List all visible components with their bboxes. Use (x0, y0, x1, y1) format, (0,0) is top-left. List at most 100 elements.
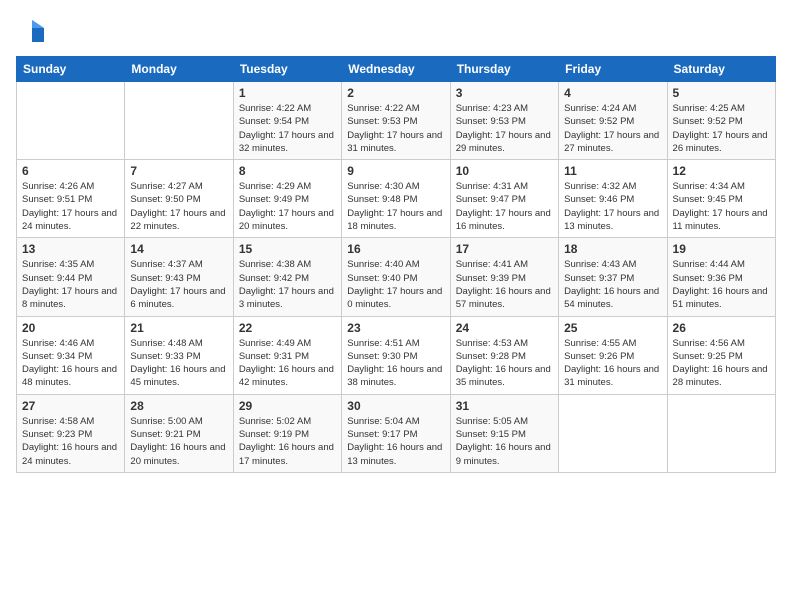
calendar-day-cell: 6 Sunrise: 4:26 AM Sunset: 9:51 PM Daylig… (17, 160, 125, 238)
calendar-day-cell: 10 Sunrise: 4:31 AM Sunset: 9:47 PM Dayli… (450, 160, 558, 238)
day-sun-info: Sunrise: 4:23 AM Sunset: 9:53 PM Dayligh… (456, 102, 553, 155)
calendar-week-row: 1Sunrise: 4:22 AM Sunset: 9:54 PM Daylig… (17, 82, 776, 160)
calendar-day-cell: 9 Sunrise: 4:30 AM Sunset: 9:48 PM Daylig… (342, 160, 450, 238)
calendar-day-cell: 25Sunrise: 4:55 AM Sunset: 9:26 PM Dayli… (559, 316, 667, 394)
calendar-day-cell: 4 Sunrise: 4:24 AM Sunset: 9:52 PM Daylig… (559, 82, 667, 160)
day-number: 16 (347, 242, 444, 256)
calendar-day-cell: 24Sunrise: 4:53 AM Sunset: 9:28 PM Dayli… (450, 316, 558, 394)
calendar-day-cell: 16 Sunrise: 4:40 AM Sunset: 9:40 PM Dayli… (342, 238, 450, 316)
day-sun-info: Sunrise: 4:46 AM Sunset: 9:34 PM Dayligh… (22, 337, 119, 390)
calendar-day-cell: 14 Sunrise: 4:37 AM Sunset: 9:43 PM Dayli… (125, 238, 233, 316)
day-of-week-header: Friday (559, 57, 667, 82)
calendar-day-cell: 8 Sunrise: 4:29 AM Sunset: 9:49 PM Daylig… (233, 160, 341, 238)
calendar-day-cell: 3 Sunrise: 4:23 AM Sunset: 9:53 PM Daylig… (450, 82, 558, 160)
day-number: 29 (239, 399, 336, 413)
calendar-header-row: SundayMondayTuesdayWednesdayThursdayFrid… (17, 57, 776, 82)
calendar-day-cell: 5 Sunrise: 4:25 AM Sunset: 9:52 PM Daylig… (667, 82, 775, 160)
day-number: 22 (239, 321, 336, 335)
day-number: 26 (673, 321, 770, 335)
day-sun-info: Sunrise: 4:30 AM Sunset: 9:48 PM Dayligh… (347, 180, 444, 233)
calendar-day-cell: 13 Sunrise: 4:35 AM Sunset: 9:44 PM Dayli… (17, 238, 125, 316)
day-sun-info: Sunrise: 4:58 AM Sunset: 9:23 PM Dayligh… (22, 415, 119, 468)
day-sun-info: Sunrise: 5:05 AM Sunset: 9:15 PM Dayligh… (456, 415, 553, 468)
day-sun-info: Sunrise: 4:35 AM Sunset: 9:44 PM Dayligh… (22, 258, 119, 311)
day-number: 20 (22, 321, 119, 335)
day-of-week-header: Tuesday (233, 57, 341, 82)
day-number: 8 (239, 164, 336, 178)
day-number: 21 (130, 321, 227, 335)
day-sun-info: Sunrise: 4:44 AM Sunset: 9:36 PM Dayligh… (673, 258, 770, 311)
day-number: 28 (130, 399, 227, 413)
day-number: 10 (456, 164, 553, 178)
day-number: 4 (564, 86, 661, 100)
calendar-day-cell: 1Sunrise: 4:22 AM Sunset: 9:54 PM Daylig… (233, 82, 341, 160)
day-number: 17 (456, 242, 553, 256)
calendar-day-cell: 23 Sunrise: 4:51 AM Sunset: 9:30 PM Dayli… (342, 316, 450, 394)
day-sun-info: Sunrise: 4:38 AM Sunset: 9:42 PM Dayligh… (239, 258, 336, 311)
calendar-week-row: 20 Sunrise: 4:46 AM Sunset: 9:34 PM Dayli… (17, 316, 776, 394)
calendar-day-cell (667, 394, 775, 472)
day-number: 9 (347, 164, 444, 178)
calendar-day-cell: 20 Sunrise: 4:46 AM Sunset: 9:34 PM Dayli… (17, 316, 125, 394)
day-number: 23 (347, 321, 444, 335)
calendar-day-cell (559, 394, 667, 472)
calendar-day-cell: 17 Sunrise: 4:41 AM Sunset: 9:39 PM Dayli… (450, 238, 558, 316)
logo (16, 16, 52, 48)
day-number: 1 (239, 86, 336, 100)
day-sun-info: Sunrise: 4:31 AM Sunset: 9:47 PM Dayligh… (456, 180, 553, 233)
day-sun-info: Sunrise: 4:51 AM Sunset: 9:30 PM Dayligh… (347, 337, 444, 390)
day-number: 15 (239, 242, 336, 256)
day-sun-info: Sunrise: 4:37 AM Sunset: 9:43 PM Dayligh… (130, 258, 227, 311)
day-number: 13 (22, 242, 119, 256)
calendar-day-cell: 28 Sunrise: 5:00 AM Sunset: 9:21 PM Dayli… (125, 394, 233, 472)
day-number: 5 (673, 86, 770, 100)
page-header (16, 16, 776, 48)
calendar-day-cell: 21 Sunrise: 4:48 AM Sunset: 9:33 PM Dayli… (125, 316, 233, 394)
calendar-day-cell: 27 Sunrise: 4:58 AM Sunset: 9:23 PM Dayli… (17, 394, 125, 472)
day-sun-info: Sunrise: 4:56 AM Sunset: 9:25 PM Dayligh… (673, 337, 770, 390)
day-sun-info: Sunrise: 4:27 AM Sunset: 9:50 PM Dayligh… (130, 180, 227, 233)
day-number: 30 (347, 399, 444, 413)
day-number: 24 (456, 321, 553, 335)
day-number: 14 (130, 242, 227, 256)
calendar-week-row: 13 Sunrise: 4:35 AM Sunset: 9:44 PM Dayli… (17, 238, 776, 316)
day-number: 2 (347, 86, 444, 100)
day-of-week-header: Thursday (450, 57, 558, 82)
day-sun-info: Sunrise: 4:25 AM Sunset: 9:52 PM Dayligh… (673, 102, 770, 155)
day-number: 3 (456, 86, 553, 100)
day-of-week-header: Wednesday (342, 57, 450, 82)
day-number: 27 (22, 399, 119, 413)
day-sun-info: Sunrise: 5:04 AM Sunset: 9:17 PM Dayligh… (347, 415, 444, 468)
day-sun-info: Sunrise: 4:41 AM Sunset: 9:39 PM Dayligh… (456, 258, 553, 311)
day-sun-info: Sunrise: 4:32 AM Sunset: 9:46 PM Dayligh… (564, 180, 661, 233)
calendar-day-cell: 15 Sunrise: 4:38 AM Sunset: 9:42 PM Dayli… (233, 238, 341, 316)
day-sun-info: Sunrise: 4:43 AM Sunset: 9:37 PM Dayligh… (564, 258, 661, 311)
logo-icon (16, 16, 48, 48)
calendar-day-cell: 22Sunrise: 4:49 AM Sunset: 9:31 PM Dayli… (233, 316, 341, 394)
calendar-day-cell: 30 Sunrise: 5:04 AM Sunset: 9:17 PM Dayli… (342, 394, 450, 472)
day-number: 6 (22, 164, 119, 178)
calendar-day-cell: 11Sunrise: 4:32 AM Sunset: 9:46 PM Dayli… (559, 160, 667, 238)
day-sun-info: Sunrise: 4:24 AM Sunset: 9:52 PM Dayligh… (564, 102, 661, 155)
day-sun-info: Sunrise: 4:29 AM Sunset: 9:49 PM Dayligh… (239, 180, 336, 233)
calendar-day-cell: 29Sunrise: 5:02 AM Sunset: 9:19 PM Dayli… (233, 394, 341, 472)
calendar-week-row: 27 Sunrise: 4:58 AM Sunset: 9:23 PM Dayli… (17, 394, 776, 472)
day-of-week-header: Saturday (667, 57, 775, 82)
calendar-day-cell: 19 Sunrise: 4:44 AM Sunset: 9:36 PM Dayli… (667, 238, 775, 316)
day-number: 7 (130, 164, 227, 178)
day-number: 12 (673, 164, 770, 178)
calendar-week-row: 6 Sunrise: 4:26 AM Sunset: 9:51 PM Daylig… (17, 160, 776, 238)
day-number: 19 (673, 242, 770, 256)
day-sun-info: Sunrise: 4:34 AM Sunset: 9:45 PM Dayligh… (673, 180, 770, 233)
calendar-day-cell: 31 Sunrise: 5:05 AM Sunset: 9:15 PM Dayli… (450, 394, 558, 472)
day-sun-info: Sunrise: 4:55 AM Sunset: 9:26 PM Dayligh… (564, 337, 661, 390)
calendar-table: SundayMondayTuesdayWednesdayThursdayFrid… (16, 56, 776, 473)
day-sun-info: Sunrise: 4:26 AM Sunset: 9:51 PM Dayligh… (22, 180, 119, 233)
day-number: 18 (564, 242, 661, 256)
calendar-day-cell: 12 Sunrise: 4:34 AM Sunset: 9:45 PM Dayli… (667, 160, 775, 238)
day-sun-info: Sunrise: 4:48 AM Sunset: 9:33 PM Dayligh… (130, 337, 227, 390)
day-of-week-header: Monday (125, 57, 233, 82)
day-sun-info: Sunrise: 5:00 AM Sunset: 9:21 PM Dayligh… (130, 415, 227, 468)
day-sun-info: Sunrise: 4:40 AM Sunset: 9:40 PM Dayligh… (347, 258, 444, 311)
day-number: 31 (456, 399, 553, 413)
